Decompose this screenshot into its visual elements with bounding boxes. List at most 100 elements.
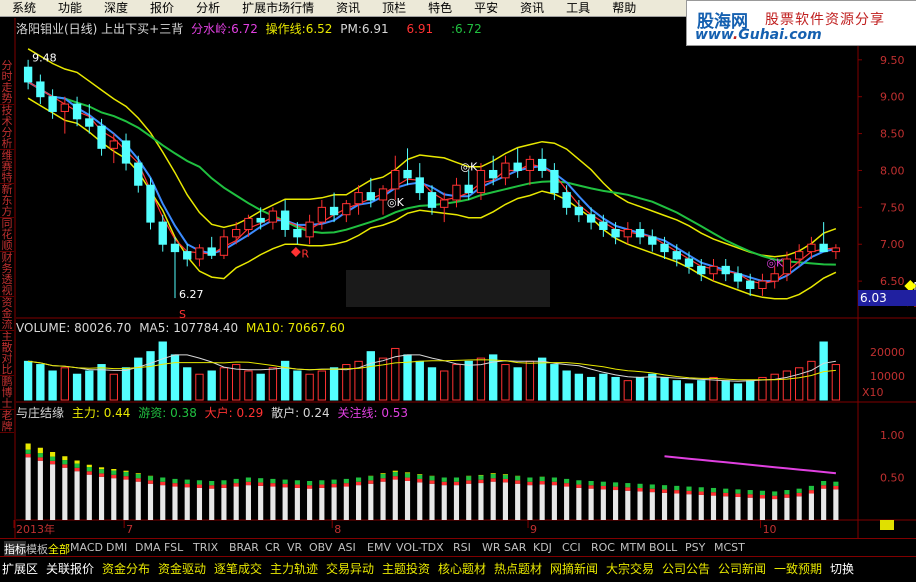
candle-body <box>441 200 448 207</box>
indicator-tab-15[interactable]: RSI <box>453 541 471 554</box>
zl-bar-red <box>405 478 410 481</box>
zl-bar-green <box>136 474 141 478</box>
indicator-tab-24[interactable]: MCST <box>714 541 745 554</box>
volume-bar <box>771 374 778 400</box>
side-tab-5[interactable]: 财务透视 <box>0 252 14 296</box>
x-tick-label: 10 <box>763 523 777 536</box>
extension-tab-7[interactable]: 主题投资 <box>382 560 430 577</box>
indicator-tab-19[interactable]: CCI <box>562 541 581 554</box>
extension-tab-6[interactable]: 交易异动 <box>326 560 374 577</box>
candle-body <box>269 211 276 222</box>
menu-item-9[interactable]: 平安 <box>462 0 508 16</box>
extension-tab-4[interactable]: 逐笔成交 <box>214 560 262 577</box>
zl-bar-green <box>527 478 532 482</box>
zl-bar-green <box>197 480 202 484</box>
indicator-tab-2[interactable]: 全部 <box>48 541 70 557</box>
menu-item-12[interactable]: 帮助 <box>600 0 646 16</box>
stock-chart[interactable]: 6.507.007.508.008.509.009.509.486.27SR◎K… <box>0 0 916 581</box>
indicator-tab-8[interactable]: BRAR <box>229 541 259 554</box>
indicator-tab-17[interactable]: SAR <box>504 541 526 554</box>
menu-item-8[interactable]: 特色 <box>416 0 462 16</box>
zl-bar-white <box>380 482 385 520</box>
menu-item-11[interactable]: 工具 <box>554 0 600 16</box>
menu-item-7[interactable]: 顶栏 <box>370 0 416 16</box>
volume-bar <box>281 361 288 400</box>
indicator-tab-0[interactable]: 指标 <box>4 541 26 557</box>
volume-bar <box>734 384 741 400</box>
zl-bar-green <box>111 471 116 475</box>
side-tab-6[interactable]: 资金流 <box>0 297 14 330</box>
menu-item-5[interactable]: 扩展市场行情 <box>230 0 324 16</box>
extension-tab-15[interactable]: 切换 <box>830 560 854 577</box>
zl-tick-label: 0.50 <box>880 472 905 485</box>
candle-body <box>795 252 802 259</box>
extension-tab-5[interactable]: 主力轨迹 <box>270 560 318 577</box>
indicator-tab-12[interactable]: ASI <box>338 541 356 554</box>
indicator-tab-7[interactable]: TRIX <box>193 541 218 554</box>
extension-tab-3[interactable]: 资金驱动 <box>158 560 206 577</box>
indicator-tab-20[interactable]: ROC <box>591 541 615 554</box>
menu-item-2[interactable]: 深度 <box>92 0 138 16</box>
side-tab-3[interactable]: 新东方 <box>0 184 14 217</box>
zl-bar-green <box>38 453 43 457</box>
zl-bar-red <box>283 484 288 487</box>
side-tab-0[interactable]: 分时走势 <box>0 60 14 104</box>
candle-body <box>135 163 142 185</box>
zl-bar-green <box>723 489 728 493</box>
extension-tab-14[interactable]: 一致预期 <box>774 560 822 577</box>
extension-tab-2[interactable]: 资金分布 <box>102 560 150 577</box>
indicator-tab-18[interactable]: KDJ <box>533 541 552 554</box>
menu-item-6[interactable]: 资讯 <box>324 0 370 16</box>
zl-bar-green <box>87 467 92 471</box>
indicator-tab-11[interactable]: OBV <box>309 541 332 554</box>
indicator-tabs: 指标模板全部MACDDMI DMAFSL TRIX BRAR CR VR OBV ASI EMV… <box>0 538 916 557</box>
side-tab-8[interactable]: 鹏博士 <box>0 376 14 409</box>
indicator-tab-16[interactable]: WR <box>482 541 501 554</box>
extension-tab-10[interactable]: 网摘新闻 <box>550 560 598 577</box>
side-tab-4[interactable]: 同花顺 <box>0 218 14 251</box>
extension-tab-11[interactable]: 大宗交易 <box>606 560 654 577</box>
zl-bar-red <box>552 482 557 485</box>
menu-item-4[interactable]: 分析 <box>184 0 230 16</box>
zl-bar-green <box>393 472 398 476</box>
indicator-tab-23[interactable]: PSY <box>685 541 705 554</box>
extension-tab-1[interactable]: 关联报价 <box>46 560 94 577</box>
indicator-tab-4[interactable]: DMI <box>106 541 127 554</box>
extension-tab-0[interactable]: 扩展区 <box>2 560 38 577</box>
zl-bar-white <box>197 488 202 520</box>
menu-item-10[interactable]: 资讯 <box>508 0 554 16</box>
candle-body <box>477 170 484 192</box>
indicator-tab-9[interactable]: CR <box>265 541 280 554</box>
indicator-tab-1[interactable]: 模板 <box>26 541 48 557</box>
extension-tab-8[interactable]: 核心题材 <box>438 560 486 577</box>
side-tab-9[interactable]: 老牌 <box>0 410 14 432</box>
zl-bar-green <box>62 460 67 464</box>
side-tab-1[interactable]: 技术分析 <box>0 105 14 149</box>
menu-item-0[interactable]: 系统 <box>0 0 46 16</box>
indicator-tab-13[interactable]: EMV <box>367 541 391 554</box>
menu-item-3[interactable]: 报价 <box>138 0 184 16</box>
indicator-tab-22[interactable]: BOLL <box>649 541 677 554</box>
indicator-tab-14[interactable]: VOL-TDX <box>396 541 444 554</box>
zl-bar-green <box>833 482 838 486</box>
candle-body <box>208 248 215 255</box>
indicator-tab-6[interactable]: FSL <box>164 541 183 554</box>
indicator-tab-10[interactable]: VR <box>287 541 302 554</box>
zl-name: 与庄结缘 <box>16 406 64 420</box>
extension-tab-9[interactable]: 热点题材 <box>494 560 542 577</box>
volume-bar <box>233 365 240 400</box>
menu-item-1[interactable]: 功能 <box>46 0 92 16</box>
candle-body <box>587 215 594 222</box>
candle-body <box>98 126 105 148</box>
side-tab-7[interactable]: 主散对比 <box>0 331 14 375</box>
extension-tab-13[interactable]: 公司新闻 <box>718 560 766 577</box>
zl-bar-white <box>123 480 128 520</box>
indicator-tab-3[interactable]: MACD <box>70 541 103 554</box>
zl-bar-green <box>540 477 545 481</box>
indicator-tab-5[interactable]: DMA <box>135 541 161 554</box>
volume-bar <box>808 361 815 400</box>
zl-bar-white <box>332 487 337 520</box>
extension-tab-12[interactable]: 公司公告 <box>662 560 710 577</box>
indicator-tab-21[interactable]: MTM <box>620 541 646 554</box>
side-tab-2[interactable]: 维赛特 <box>0 150 14 183</box>
